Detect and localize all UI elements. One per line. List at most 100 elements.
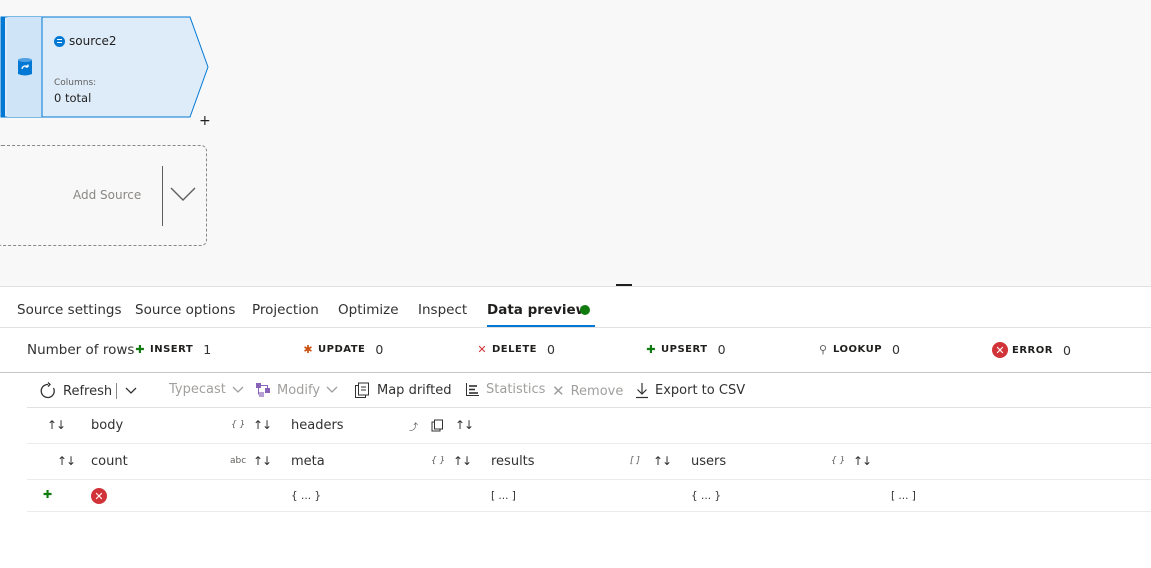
sort-icon[interactable]: ↑↓ xyxy=(453,454,472,468)
tab-inspect[interactable]: Inspect xyxy=(418,302,467,318)
sort-icon[interactable]: ↑↓ xyxy=(653,454,672,468)
stat-update: ✱ UPDATE 0 xyxy=(302,342,383,357)
add-source-label: Add Source xyxy=(73,188,142,202)
sort-icon[interactable]: ↑↓ xyxy=(853,454,872,468)
stat-value: 1 xyxy=(203,342,212,357)
statistics-button[interactable]: Statistics xyxy=(465,382,545,397)
stat-name: UPDATE xyxy=(318,344,366,355)
modify-label: Modify xyxy=(277,382,321,398)
panel-resize-handle[interactable] xyxy=(616,284,632,286)
node-title-text: source2 xyxy=(69,34,117,48)
stat-name: ERROR xyxy=(1012,344,1053,356)
remove-button[interactable]: ✕ Remove xyxy=(552,382,623,400)
refresh-label: Refresh xyxy=(63,383,113,399)
tab-projection[interactable]: Projection xyxy=(252,302,319,318)
export-csv-button[interactable]: Export to CSV xyxy=(635,382,745,399)
cell-value[interactable]: [ ... ] xyxy=(891,490,916,502)
string-type-icon: abc xyxy=(230,456,247,466)
source-type-icon xyxy=(54,35,65,47)
object-type-icon: { } xyxy=(831,456,846,466)
drifted-icon: ⤴ xyxy=(409,423,419,433)
column-header-row: ↑↓ count abc ↑↓ meta { } ↑↓ results [ ] … xyxy=(27,444,1151,480)
stat-value: 0 xyxy=(892,342,900,357)
object-type-icon: { } xyxy=(431,456,446,466)
stat-value: 0 xyxy=(717,342,726,357)
database-icon xyxy=(8,17,42,117)
refresh-icon xyxy=(40,382,55,399)
chevron-down-icon[interactable] xyxy=(125,387,137,395)
tab-source-settings[interactable]: Source settings xyxy=(17,302,122,318)
sort-icon[interactable]: ↑↓ xyxy=(253,418,272,432)
x-icon: ✕ xyxy=(477,343,487,356)
sort-icon[interactable]: ↑↓ xyxy=(455,418,474,432)
remove-label: Remove xyxy=(570,383,624,399)
stat-name: UPSERT xyxy=(661,344,708,355)
download-icon xyxy=(636,383,648,399)
stat-value: 0 xyxy=(375,342,384,357)
add-transformation-button[interactable]: + xyxy=(199,114,211,128)
stat-value: 0 xyxy=(1062,342,1071,358)
source-node[interactable]: source2 Columns: 0 total + xyxy=(0,16,211,128)
node-title[interactable]: source2 xyxy=(54,34,116,48)
active-tab-indicator xyxy=(487,325,595,327)
number-of-rows-label: Number of rows xyxy=(27,342,135,358)
row-stats-bar: Number of rows ✚ INSERT 1 ✱ UPDATE 0 ✕ D… xyxy=(0,329,1151,373)
refresh-button[interactable]: Refresh xyxy=(39,382,112,400)
map-drifted-label: Map drifted xyxy=(377,383,452,398)
table-row: ✚ ✕ { ... } [ ... ] { ... } [ ... ] xyxy=(27,480,1151,512)
map-drifted-icon xyxy=(431,419,443,432)
add-source-box[interactable]: Add Source xyxy=(0,145,207,246)
column-header-body[interactable]: body xyxy=(91,418,123,433)
error-icon: ✕ xyxy=(992,342,1008,358)
preview-toolbar: Refresh Typecast Modify Map drifted Stat… xyxy=(27,374,1151,408)
plus-icon: ✚ xyxy=(135,343,145,356)
column-header-users[interactable]: users xyxy=(691,454,726,469)
modify-icon xyxy=(256,383,270,397)
tab-optimize[interactable]: Optimize xyxy=(338,302,399,318)
chevron-down-icon xyxy=(232,386,244,393)
stat-upsert: ✚ UPSERT 0 xyxy=(645,342,726,357)
sort-icon[interactable]: ↑↓ xyxy=(253,454,272,468)
tab-data-preview[interactable]: Data preview xyxy=(487,302,588,318)
asterisk-icon: ✱ xyxy=(303,343,313,356)
map-drifted-icon xyxy=(355,382,369,398)
cell-value[interactable]: [ ... ] xyxy=(491,490,516,502)
stat-error: ✕ ERROR 0 xyxy=(992,342,1071,358)
chevron-down-icon xyxy=(326,386,338,393)
stat-name: INSERT xyxy=(150,344,194,355)
sort-icon[interactable]: ↑↓ xyxy=(57,454,76,468)
map-drifted-button[interactable]: Map drifted xyxy=(354,382,451,399)
toolbar-separator xyxy=(116,383,117,399)
column-header-count[interactable]: count xyxy=(91,454,128,469)
export-csv-label: Export to CSV xyxy=(655,383,746,398)
stat-name: DELETE xyxy=(492,344,537,355)
cell-value[interactable]: { ... } xyxy=(691,490,721,502)
statistics-label: Statistics xyxy=(486,382,546,397)
sort-icon[interactable]: ↑↓ xyxy=(47,418,66,432)
tab-bar: Source settings Source options Projectio… xyxy=(0,288,1151,328)
stat-insert: ✚ INSERT 1 xyxy=(134,342,211,357)
typecast-label: Typecast xyxy=(169,382,226,397)
column-header-headers[interactable]: headers xyxy=(291,418,344,433)
upsert-icon: ✚ xyxy=(646,343,656,356)
tab-source-options[interactable]: Source options xyxy=(135,302,235,318)
columns-value: 0 total xyxy=(54,91,92,105)
stat-value: 0 xyxy=(547,342,555,357)
columns-label: Columns: xyxy=(54,78,97,88)
stat-lookup: ⚲ LOOKUP 0 xyxy=(817,342,900,357)
insert-row-icon: ✚ xyxy=(43,488,53,501)
close-icon: ✕ xyxy=(552,382,565,400)
magnifier-icon: ⚲ xyxy=(818,343,828,356)
error-icon: ✕ xyxy=(91,488,107,504)
typecast-button[interactable]: Typecast xyxy=(169,382,244,397)
modify-button[interactable]: Modify xyxy=(255,382,338,398)
data-flow-canvas[interactable]: source2 Columns: 0 total + Add Source xyxy=(0,0,1151,287)
array-type-icon: [ ] xyxy=(630,456,640,466)
divider xyxy=(162,166,163,226)
chevron-down-icon[interactable] xyxy=(170,186,196,202)
status-dot-icon xyxy=(580,305,590,315)
cell-value[interactable]: { ... } xyxy=(291,490,321,502)
column-header-meta[interactable]: meta xyxy=(291,454,325,469)
stat-name: LOOKUP xyxy=(833,344,883,355)
column-header-results[interactable]: results xyxy=(491,454,535,469)
